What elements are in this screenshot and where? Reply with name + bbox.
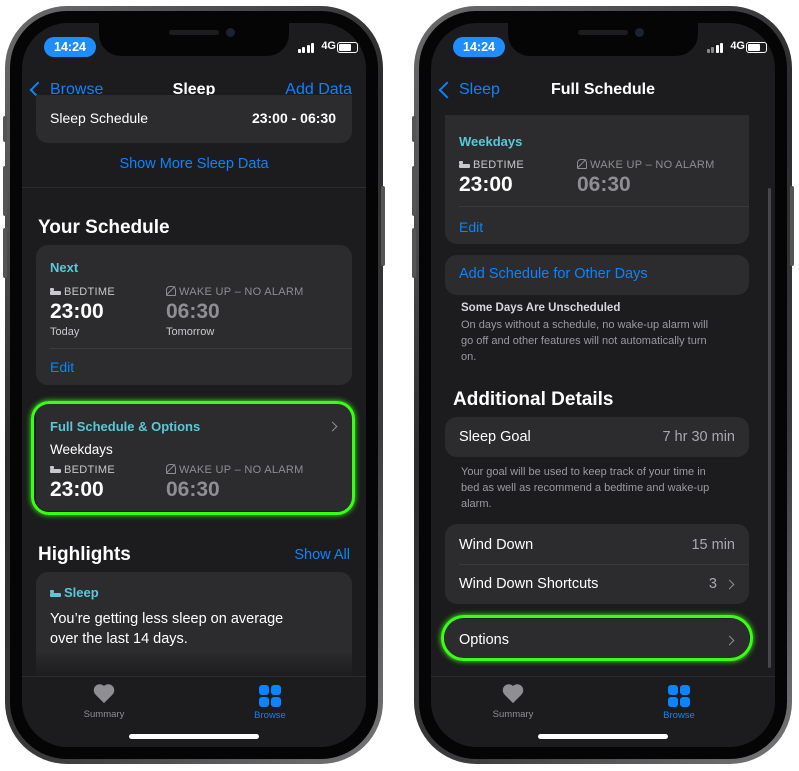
browse-grid-icon [259,685,281,707]
bedtime-label: BEDTIME [459,159,524,171]
card-divider [50,348,352,349]
bed-icon [50,590,61,597]
your-schedule-title: Your Schedule [38,217,170,238]
scroll-fade [22,651,366,677]
additional-details-title: Additional Details [453,389,614,410]
sleep-goal-row[interactable]: Sleep Goal 7 hr 30 min [445,417,749,457]
weekdays-label: Weekdays [459,134,523,149]
bell-slash-icon [577,159,587,169]
goal-note-line3: alarm. [461,498,492,510]
unscheduled-line3: on. [461,351,477,363]
home-indicator [129,734,259,739]
edit-button[interactable]: Edit [50,359,74,375]
show-all-link[interactable]: Show All [294,547,350,563]
browse-grid-icon [668,685,690,707]
chevron-right-icon [724,579,735,590]
options-highlight [441,615,753,661]
tab-browse[interactable]: Browse [230,685,310,721]
tab-summary-label: Summary [492,709,534,720]
wind-down-shortcuts-value: 3 [708,576,717,592]
bed-icon [50,288,61,295]
bedtime-label: BEDTIME [50,286,115,298]
tab-summary-label: Summary [83,709,125,720]
unscheduled-title: Some Days Are Unscheduled [461,302,621,314]
network-label: 4G [730,40,745,52]
heart-icon [93,685,115,705]
battery-icon [746,42,767,53]
highlight-category: Sleep [50,585,99,600]
goal-note-line2: bed as well as recommend a bedtime and w… [461,482,710,494]
wind-down-shortcuts-label: Wind Down Shortcuts [459,576,599,592]
full-schedule-highlight [31,401,355,515]
add-schedule-card[interactable]: Add Schedule for Other Days [445,255,749,295]
show-more-sleep-data-link[interactable]: Show More Sleep Data [22,156,366,172]
edit-button[interactable]: Edit [459,219,483,235]
bell-slash-icon [166,286,176,296]
wake-up-label: WAKE UP – NO ALARM [577,159,715,171]
tab-browse-label: Browse [254,710,286,721]
tab-summary[interactable]: Summary [64,685,144,720]
sleep-schedule-value: 23:00 - 06:30 [251,110,336,126]
battery-icon [337,42,358,53]
scroll-indicator [768,188,771,668]
sleep-schedule-label: Sleep Schedule [50,110,149,126]
bedtime-value: 23:00 [50,300,104,323]
row-divider [459,564,749,565]
status-time: 14:24 [44,37,96,57]
next-label: Next [50,260,79,275]
weekdays-schedule-card: Weekdays BEDTIME 23:00 WAKE UP – NO ALAR… [445,115,749,244]
unscheduled-line2: go off and other features will not autom… [461,335,707,347]
sleep-schedule-card[interactable]: Sleep Schedule 23:00 - 06:30 [36,95,352,143]
nav-bar: Sleep Full Schedule [431,75,775,105]
home-indicator [538,734,668,739]
signal-icon [297,43,314,53]
tab-summary[interactable]: Summary [473,685,553,720]
network-label: 4G [321,40,336,52]
tab-browse[interactable]: Browse [639,685,719,721]
card-divider [459,206,749,207]
sleep-goal-value: 7 hr 30 min [662,429,735,445]
highlight-text-line1: You’re getting less sleep on average [50,611,284,627]
tab-browse-label: Browse [663,710,695,721]
power-button [790,186,794,266]
wake-up-value: 06:30 [166,300,220,323]
sleep-goal-label: Sleep Goal [459,429,531,445]
heart-icon [502,685,524,705]
left-screen: 14:24 4G Browse Sleep Add Data Sleep Sch… [22,23,366,747]
right-phone: 14:24 4G Sleep Full Schedule Weekdays BE… [412,6,794,764]
page-title: Full Schedule [550,81,655,98]
volume-down-button [3,228,7,278]
power-button [381,186,385,266]
status-bar: 14:24 4G [22,37,366,61]
volume-up-button [3,166,7,216]
volume-down-button [412,228,416,278]
bed-icon [459,161,470,168]
status-time: 14:24 [453,37,505,57]
volume-up-button [412,166,416,216]
right-screen: 14:24 4G Sleep Full Schedule Weekdays BE… [431,23,775,747]
wake-up-label: WAKE UP – NO ALARM [166,286,304,298]
highlights-title: Highlights [38,544,131,565]
wake-up-day: Tomorrow [166,326,215,338]
next-schedule-card: Next BEDTIME 23:00 Today WAKE UP – NO AL… [36,245,352,385]
wake-up-value: 06:30 [577,173,631,196]
status-bar: 14:24 4G [431,37,775,61]
silent-switch [3,116,7,142]
wind-down-card: Wind Down 15 min Wind Down Shortcuts 3 [445,524,749,604]
tab-bar: Summary Browse [22,676,366,747]
goal-note-line1: Your goal will be used to keep track of … [461,466,706,478]
left-phone: 14:24 4G Browse Sleep Add Data Sleep Sch… [3,6,385,764]
unscheduled-line1: On days without a schedule, no wake-up a… [461,319,709,331]
highlight-text-line2: over the last 14 days. [50,631,188,647]
wind-down-label: Wind Down [459,537,534,553]
add-schedule-button: Add Schedule for Other Days [459,266,648,282]
section-separator [22,187,366,188]
bedtime-day: Today [50,326,80,338]
tab-bar: Summary Browse [431,676,775,747]
silent-switch [412,116,416,142]
signal-icon [706,43,723,53]
wind-down-value: 15 min [691,537,735,553]
bedtime-value: 23:00 [459,173,513,196]
